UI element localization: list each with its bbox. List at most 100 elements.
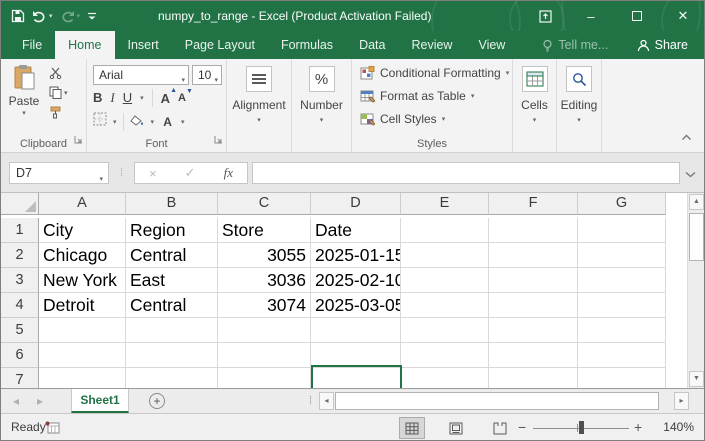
collapse-ribbon-button[interactable] (681, 128, 692, 146)
grid-cell[interactable] (401, 268, 489, 293)
tab-formulas[interactable]: Formulas (268, 31, 346, 59)
normal-view-button[interactable] (399, 417, 425, 439)
next-sheet-button[interactable]: ▸ (37, 389, 43, 413)
scroll-up-button[interactable]: ▲ (689, 194, 704, 210)
new-sheet-button[interactable]: + (149, 393, 165, 409)
grid-cell[interactable]: 3055 (218, 243, 311, 268)
grid-cell[interactable] (489, 343, 578, 368)
number-format-button[interactable]: % Number ▾ (292, 59, 351, 124)
confirm-entry-button[interactable]: ✓ (185, 165, 196, 181)
borders-button[interactable] (93, 112, 107, 131)
clipboard-dialog-launcher[interactable] (74, 131, 83, 149)
grid-cell[interactable]: Central (126, 243, 218, 268)
vertical-scroll-thumb[interactable] (689, 213, 704, 261)
grid-cell[interactable] (489, 268, 578, 293)
row-header[interactable]: 3 (1, 268, 39, 293)
grid-cell[interactable] (578, 268, 666, 293)
column-header[interactable]: D (311, 193, 401, 215)
grid-cell[interactable]: New York (39, 268, 126, 293)
zoom-slider-thumb[interactable] (579, 421, 584, 434)
alignment-button[interactable]: Alignment ▾ (227, 59, 291, 124)
grid-cell[interactable]: Detroit (39, 293, 126, 318)
fill-color-button[interactable] (130, 113, 145, 131)
grid-cell[interactable] (401, 368, 489, 388)
grid-cell[interactable] (489, 318, 578, 343)
format-painter-button[interactable] (49, 106, 68, 119)
page-layout-view-button[interactable] (443, 417, 469, 439)
record-macro-button[interactable] (45, 421, 60, 439)
grid-cell[interactable]: 3036 (218, 268, 311, 293)
grid-cell[interactable] (401, 318, 489, 343)
format-as-table-button[interactable]: Format as Table ▾ (360, 89, 474, 103)
share-button[interactable]: Share (629, 31, 696, 59)
grid-cell[interactable]: Store (218, 218, 311, 243)
cell-styles-button[interactable]: Cell Styles ▾ (360, 112, 445, 126)
tell-me-box[interactable]: Tell me... (542, 31, 608, 59)
redo-button[interactable]: ▾ (60, 10, 81, 23)
editing-dropdown[interactable]: ▾ (557, 116, 601, 124)
row-header[interactable]: 2 (1, 243, 39, 268)
zoom-level[interactable]: 140% (663, 414, 694, 441)
grid-cell[interactable] (311, 318, 401, 343)
grid-cell[interactable] (39, 368, 126, 388)
select-all-corner[interactable] (1, 193, 39, 215)
vertical-scrollbar[interactable]: ▲ ▼ (687, 193, 705, 388)
row-header[interactable]: 6 (1, 343, 39, 368)
grid-cell[interactable] (578, 343, 666, 368)
page-break-preview-button[interactable] (487, 417, 513, 439)
grid-cell[interactable] (489, 218, 578, 243)
grid-cell[interactable] (311, 343, 401, 368)
grid-cell[interactable]: Central (126, 293, 218, 318)
scroll-left-button[interactable]: ◂ (319, 392, 334, 410)
grid-cell[interactable] (489, 368, 578, 388)
grid-cell[interactable] (401, 243, 489, 268)
grid-cell[interactable]: City (39, 218, 126, 243)
scroll-down-button[interactable]: ▼ (689, 371, 704, 387)
previous-sheet-button[interactable]: ◂ (13, 389, 19, 413)
cells-dropdown[interactable]: ▾ (513, 116, 556, 124)
grid-cell[interactable] (578, 318, 666, 343)
underline-dropdown[interactable]: ▾ (140, 94, 144, 102)
column-header[interactable]: B (126, 193, 218, 215)
font-name-combo[interactable]: Arial ▾ (93, 65, 189, 85)
name-box[interactable]: D7 ▾ (9, 162, 109, 184)
editing-button[interactable]: Editing ▾ (557, 59, 601, 124)
undo-button[interactable]: ▾ (32, 10, 53, 23)
row-header[interactable]: 5 (1, 318, 39, 343)
grid-cell[interactable] (401, 218, 489, 243)
zoom-out-button[interactable]: − (518, 414, 526, 441)
italic-button[interactable]: I (110, 90, 114, 106)
cell-styles-dropdown[interactable]: ▾ (442, 115, 446, 123)
font-dialog-launcher[interactable] (214, 131, 223, 149)
column-header[interactable]: A (39, 193, 126, 215)
grid-cell[interactable] (39, 343, 126, 368)
tab-file[interactable]: File (9, 31, 55, 59)
grid-cell[interactable] (401, 293, 489, 318)
row-header[interactable]: 4 (1, 293, 39, 318)
increase-font-size-button[interactable]: A▲ (161, 91, 170, 106)
conditional-formatting-dropdown[interactable]: ▾ (506, 69, 510, 77)
undo-dropdown[interactable]: ▾ (49, 13, 53, 20)
row-header[interactable]: 1 (1, 218, 39, 243)
scroll-right-button[interactable]: ▸ (674, 392, 689, 410)
cut-button[interactable] (49, 67, 68, 79)
grid-cell[interactable] (578, 218, 666, 243)
font-size-dropdown[interactable]: ▾ (214, 72, 218, 90)
paste-dropdown[interactable]: ▾ (6, 109, 42, 117)
paste-button[interactable]: Paste ▾ (6, 64, 42, 117)
copy-dropdown[interactable]: ▾ (64, 89, 68, 97)
bold-button[interactable]: B (93, 90, 102, 106)
grid-cell[interactable] (218, 343, 311, 368)
row-header[interactable]: 7 (1, 368, 39, 388)
underline-button[interactable]: U (123, 90, 132, 106)
font-color-button[interactable]: A (160, 116, 175, 128)
grid-cell[interactable] (578, 293, 666, 318)
number-dropdown[interactable]: ▾ (292, 116, 351, 124)
grid-cell[interactable] (126, 318, 218, 343)
maximize-button[interactable] (614, 1, 660, 31)
grid-cell[interactable] (39, 318, 126, 343)
font-size-combo[interactable]: 10 ▾ (192, 65, 222, 85)
redo-dropdown[interactable]: ▾ (77, 13, 81, 20)
grid-cell[interactable]: 2025-01-15 (311, 243, 401, 268)
column-header[interactable]: F (489, 193, 578, 215)
